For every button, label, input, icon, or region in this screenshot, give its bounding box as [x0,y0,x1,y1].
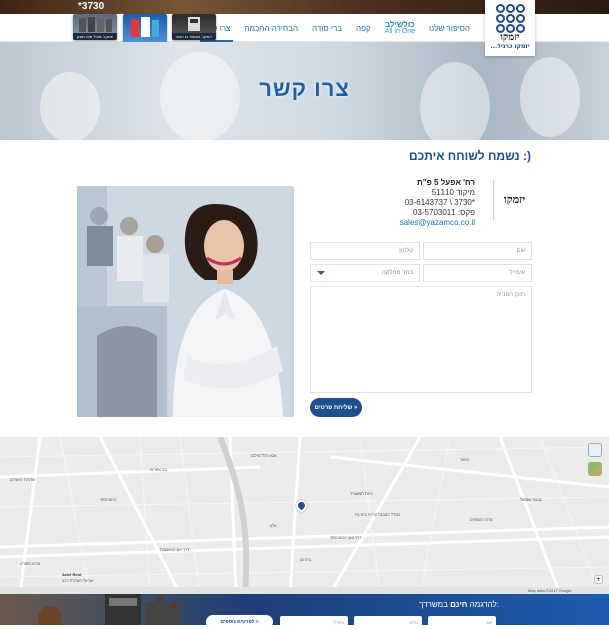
department-select-value: בחר מחלקה [382,270,413,276]
address: רח' אפעל 5 פ"ת [417,178,475,187]
nav-menu: הסיפור שלנו כולשילב All in One קפה ברי סו… [196,14,477,42]
promo-caption: יזמקו: מכשיר גז חכם [172,33,216,40]
footer-cta-text: להדגמה חינם במשרדך: [419,600,499,609]
map-poi-label: Aviel Rent [62,572,82,577]
logo-dots-icon [485,4,535,33]
map-street-label: אבא הלל סילבר [250,453,277,458]
promo-water-filter[interactable]: יזמקו: מיכל מים מסנן [73,14,117,40]
coffee-machine-icon [38,594,179,625]
map-street-label: שדרות ירושלים [10,477,36,482]
zip-code: מיקוד 51110 [431,188,475,197]
all-in-one-label: All in One [384,28,416,35]
map-street-label: ז'בוטינסקי [100,497,117,502]
map-street-label: בני אפרים [150,467,167,472]
message-textarea[interactable]: תוכן הפנייה [310,286,532,393]
location-map[interactable]: אבא הלל סילבר ז'בוטינסקי דרך זאב ז'בוטינ… [0,437,609,594]
phone-field[interactable]: טלפון [310,242,420,260]
page-title: צרו קשר [259,76,350,101]
greeting-heading: נשמח לשוחח איתכם :) [409,149,531,163]
email-link[interactable]: sales@yazamco.co.il [400,218,475,228]
appliance-icon [188,17,200,31]
dispenser-icon [79,17,112,32]
promo-gas-device[interactable]: יזמקו: מכשיר גז חכם [172,14,216,40]
contact-details: רח' אפעל 5 פ"ת מיקוד 51110 03-6143737 \ … [400,178,475,228]
map-street-label: דרך זאב ז'בוטינסקי [330,535,362,540]
footer-prefix: להדגמה [469,600,497,609]
all-in-one-sub: כולשילב [384,20,415,29]
map-street-label: דרך אם המושבות [160,547,190,552]
nav-item-all-in-one[interactable]: כולשילב All in One [378,14,422,42]
footer-email-field[interactable]: אימייל [280,616,348,628]
map-street-label: גבעת שמואל [520,497,542,502]
promo-caption: יזמקו: מיכל מים מסנן [73,33,117,40]
email-field[interactable]: אימייל [423,264,532,282]
map-street-label: אלון [270,523,277,528]
zoom-in-button[interactable]: + [594,575,603,584]
map-street-label: מרכז ספורט [20,561,41,566]
map-street-label: פינת המשביר [350,491,373,496]
logo-tagline: ...יזמקו כרגיל [490,43,530,50]
map-street-label: הנשר [460,457,470,462]
logo-text: יזמקו [500,32,520,43]
hero-banner: צרו קשר [0,42,609,140]
map-attribution: Map data ©2017 Google [528,588,572,593]
footer-name-field[interactable]: שם [428,616,496,628]
map-street-label: מגדל המבנה קריית בית גת [355,512,400,517]
nav-item-soda[interactable]: ברי סודה [305,14,349,42]
nav-item-coffee[interactable]: קפה [349,14,378,42]
fax: פקס: 03-5703011 [412,208,475,217]
name-field[interactable]: שם [423,242,532,260]
contact-logo: יזמקו [493,180,531,220]
site-logo[interactable]: יזמקו ...יזמקו כרגיל [485,0,535,56]
footer-submit-button[interactable]: לפרטים נוספים » [206,615,273,629]
send-button[interactable]: שליחת פרטים » [310,398,362,417]
nav-item-smart-choice[interactable]: הבחירה החכמה [237,14,305,42]
footer-phone-field[interactable]: טלפון [354,616,422,628]
map-poi-label: אביאל השכרת רכב [62,578,94,583]
nav-item-our-story[interactable]: הסיפור שלנו [422,14,477,42]
map-street-label: מרכז העסקים [470,517,493,522]
phone-number[interactable]: *3730 [78,1,104,12]
footer-free: חינם [450,600,468,609]
support-agent-photo [77,186,294,417]
chevron-down-icon [317,271,325,275]
map-street-label: בית וגן [300,557,311,562]
department-select[interactable]: בחר מחלקה [310,264,420,282]
satellite-toggle-icon[interactable] [588,462,602,476]
phone[interactable]: 03-6143737 \ 3730* [400,198,475,208]
street-view-icon[interactable] [588,443,602,457]
water-cooler-icon [131,17,159,37]
